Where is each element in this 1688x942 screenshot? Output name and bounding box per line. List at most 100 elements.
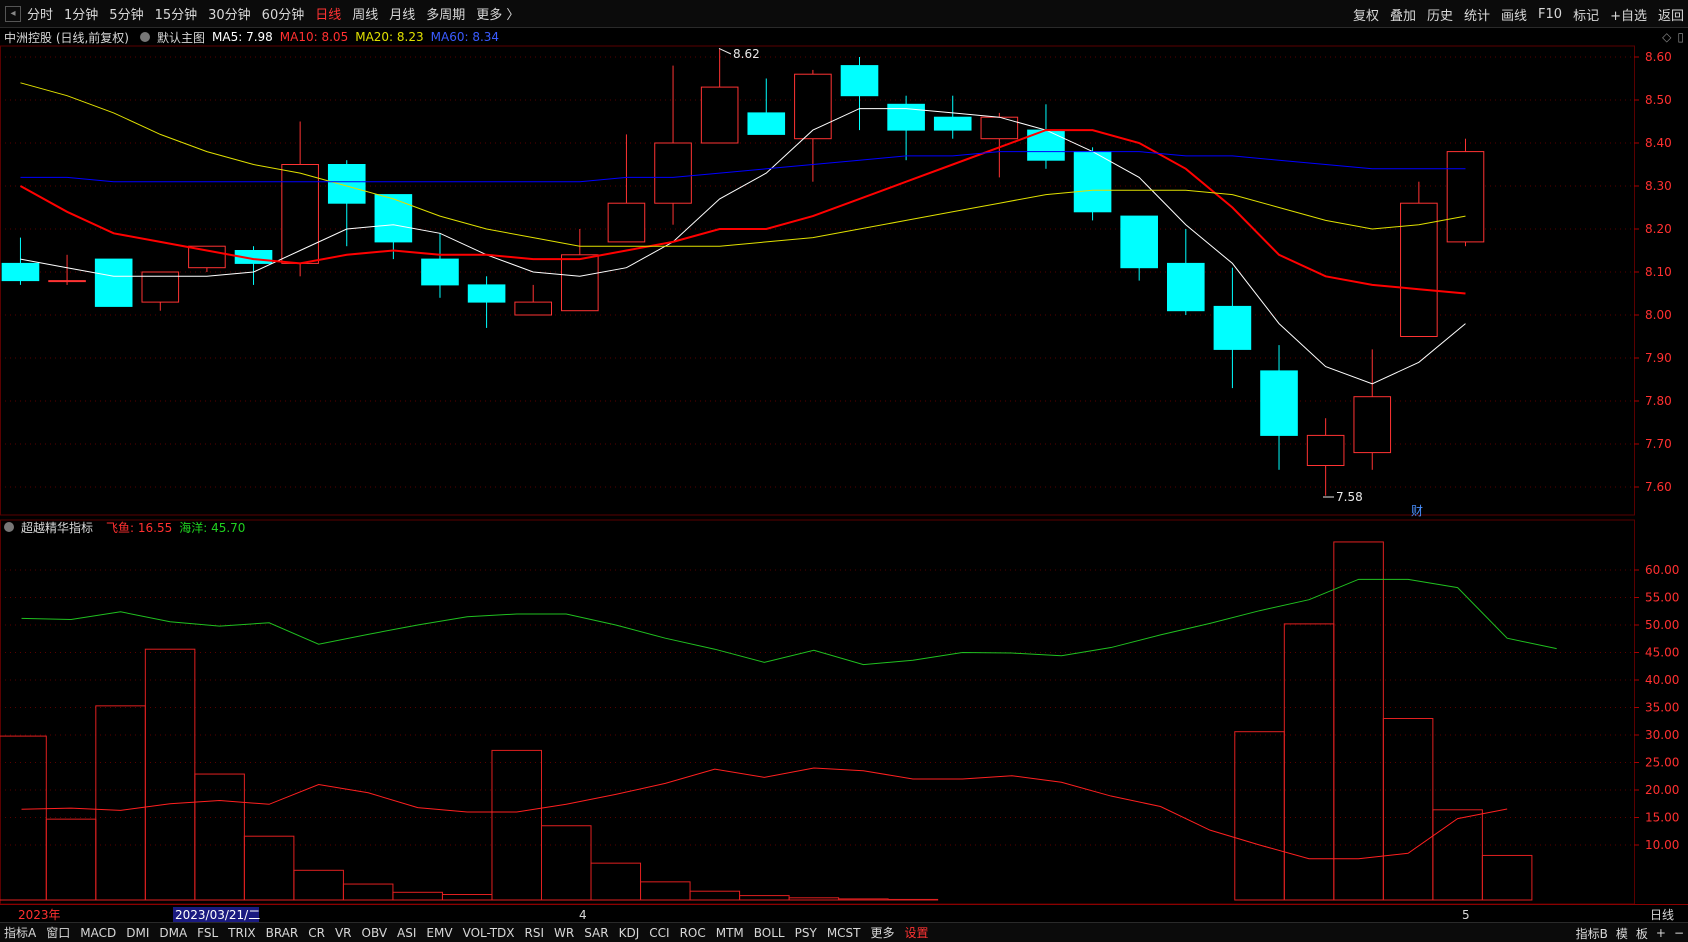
indicator-tab-6[interactable]: TRIX <box>228 926 255 940</box>
sub-bar-27 <box>1333 541 1384 901</box>
candle-body-17 <box>794 73 832 140</box>
candle-body-2 <box>94 258 133 307</box>
sub-tick-label-8: 20.00 <box>1645 783 1679 797</box>
candle-body-9 <box>421 258 459 286</box>
sub-bar-9 <box>441 894 493 901</box>
sub-bar-11 <box>540 825 592 901</box>
main-tick-label-10: 7.60 <box>1645 480 1672 494</box>
bottom-control-4[interactable]: − <box>1674 926 1684 940</box>
sub-bar-8 <box>392 891 443 901</box>
sub-bar-15 <box>739 895 790 901</box>
candle-body-12 <box>561 254 599 312</box>
sub-tick-label-10: 10.00 <box>1645 838 1679 852</box>
main-tick-label-6: 8.00 <box>1645 308 1672 322</box>
indicator-tab-17[interactable]: KDJ <box>619 926 640 940</box>
indicator-tab-1[interactable]: 窗口 <box>46 924 70 941</box>
sub-bar-25 <box>1234 731 1285 901</box>
candle-body-4 <box>188 245 226 269</box>
sub-tick-label-6: 30.00 <box>1645 728 1679 742</box>
indicator-tab-16[interactable]: SAR <box>584 926 608 940</box>
candle-body-27 <box>1260 370 1298 436</box>
candle-body-1 <box>48 280 86 283</box>
cursor-date-label: 2023/03/21/二 <box>175 908 260 922</box>
candle-body-29 <box>1353 396 1392 454</box>
low-marker-label: 7.58 <box>1336 490 1363 504</box>
candle-body-14 <box>654 142 692 204</box>
candle-body-28 <box>1306 434 1345 466</box>
sub-bar-0 <box>0 735 47 901</box>
bottom-control-0[interactable]: 指标B <box>1576 925 1608 942</box>
sub-bar-14 <box>689 890 741 901</box>
indicator-tab-18[interactable]: CCI <box>649 926 669 940</box>
indicator-tab-23[interactable]: MCST <box>827 926 861 940</box>
bottom-right-controls: 指标B 模板 + − <box>1568 923 1684 942</box>
bottom-control-3[interactable]: + <box>1656 926 1666 940</box>
bottom-control-1[interactable]: 模 <box>1616 925 1628 942</box>
main-tick-label-1: 8.50 <box>1645 93 1672 107</box>
indicator-tab-9[interactable]: VR <box>335 926 352 940</box>
sub-bar-3 <box>144 648 196 901</box>
date-start-label: 2023年 <box>18 908 61 922</box>
indicator-tabs: 指标A 窗口 MACD DMI DMA FSL TRIX BRAR CR VR OBV ASI EMV V… <box>0 924 935 941</box>
candle-body-6 <box>281 164 319 264</box>
chart-canvas[interactable]: 8.60 8.50 8.40 8.30 8.20 8.10 8.00 7.90 7.80 7.70… <box>0 0 1688 942</box>
indicator-tab-2[interactable]: MACD <box>80 926 116 940</box>
indicator-tab-7[interactable]: BRAR <box>266 926 299 940</box>
indicator-tab-5[interactable]: FSL <box>197 926 218 940</box>
indicator-tab-3[interactable]: DMI <box>126 926 149 940</box>
candle-body-26 <box>1213 305 1252 350</box>
high-marker-label: 8.62 <box>733 47 760 61</box>
candle-body-18 <box>840 65 879 97</box>
ma-line-ma10 <box>19 129 1466 295</box>
indicator-tab-20[interactable]: MTM <box>716 926 744 940</box>
indicator-tab-14[interactable]: RSI <box>525 926 545 940</box>
indicator-tab-21[interactable]: BOLL <box>754 926 785 940</box>
sub-bar-6 <box>293 869 344 901</box>
indicator-tab-13[interactable]: VOL-TDX <box>463 926 515 940</box>
sub-tick-label-2: 50.00 <box>1645 618 1679 632</box>
candle-body-16 <box>747 112 786 135</box>
candle-body-7 <box>327 164 366 204</box>
sub-bar-7 <box>342 883 394 901</box>
ma-line-ma60 <box>20 151 1466 183</box>
main-tick-label-7: 7.90 <box>1645 351 1672 365</box>
ma-line-ma20 <box>20 82 1466 247</box>
indicator-tab-11[interactable]: ASI <box>397 926 416 940</box>
month-5-label: 5 <box>1462 908 1470 922</box>
bottom-control-2[interactable]: 板 <box>1636 925 1648 942</box>
indicator-tab-22[interactable]: PSY <box>795 926 817 940</box>
candle-body-20 <box>933 116 972 131</box>
main-tick-label-8: 7.80 <box>1645 394 1672 408</box>
sub-bar-28 <box>1382 718 1434 901</box>
indicator-tab-10[interactable]: OBV <box>362 926 388 940</box>
indicator-tab-15[interactable]: WR <box>554 926 574 940</box>
indicator-tab-12[interactable]: EMV <box>426 926 452 940</box>
main-tick-label-5: 8.10 <box>1645 265 1672 279</box>
sub-tick-label-7: 25.00 <box>1645 756 1679 770</box>
main-tick-label-4: 8.20 <box>1645 222 1672 236</box>
indicator-tab-8[interactable]: CR <box>308 926 325 940</box>
sub-frame <box>0 519 1635 905</box>
sub-tick-label-9: 15.00 <box>1645 811 1679 825</box>
sub-bar-16 <box>788 897 840 901</box>
indicator-tab-19[interactable]: ROC <box>680 926 706 940</box>
indicator-tab-25[interactable]: 设置 <box>905 924 929 941</box>
sub-bar-1 <box>45 818 97 901</box>
candle-body-30 <box>1400 202 1438 337</box>
indicator-tab-0[interactable]: 指标A <box>4 924 36 941</box>
candle-body-23 <box>1073 151 1112 213</box>
candle-body-24 <box>1120 215 1158 269</box>
indicator-tab-24[interactable]: 更多 <box>871 924 895 941</box>
sub-bar-29 <box>1432 809 1483 901</box>
candle-body-0 <box>1 262 40 282</box>
sub-bar-4 <box>194 773 245 901</box>
main-tick-label-0: 8.60 <box>1645 50 1672 64</box>
finance-marker[interactable]: 财 <box>1411 504 1423 518</box>
candle-body-25 <box>1166 262 1205 312</box>
candle-body-11 <box>514 301 553 316</box>
sub-line-1 <box>21 578 1557 666</box>
sub-tick-label-5: 35.00 <box>1645 701 1679 715</box>
sub-bar-10 <box>491 749 542 901</box>
bottom-indicator-bar: 指标A 窗口 MACD DMI DMA FSL TRIX BRAR CR VR OBV ASI EMV V… <box>0 922 1688 942</box>
indicator-tab-4[interactable]: DMA <box>159 926 187 940</box>
